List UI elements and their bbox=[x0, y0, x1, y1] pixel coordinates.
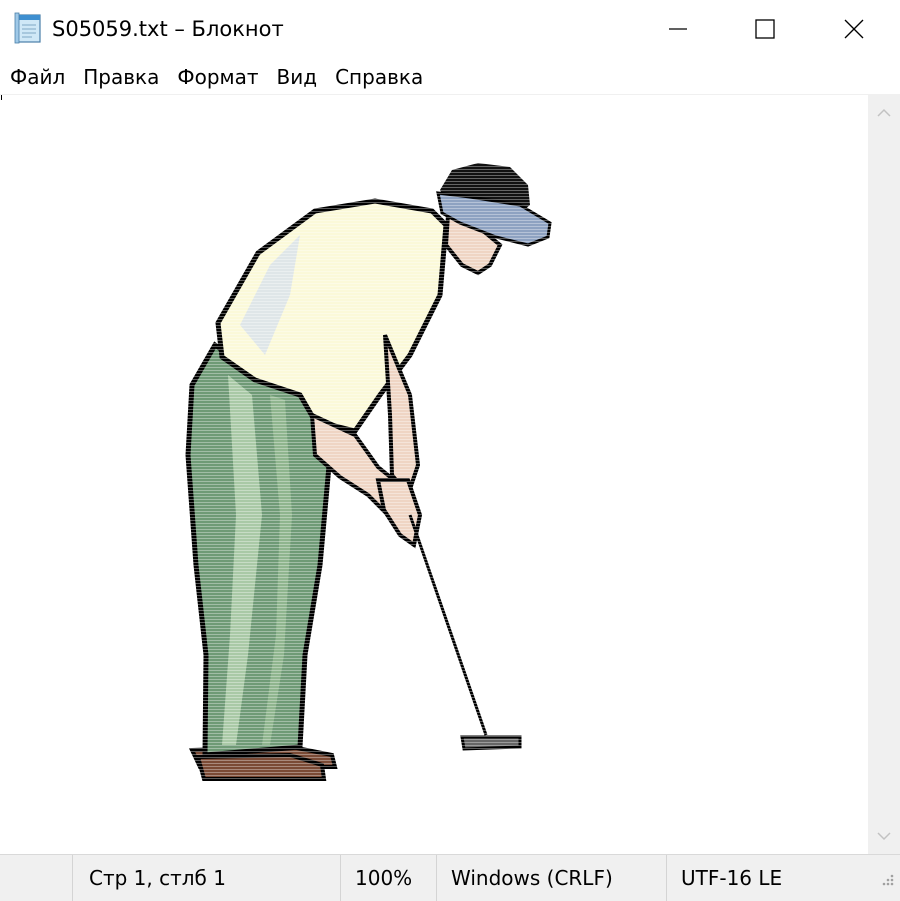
golfer-putting-ascii-art bbox=[180, 155, 560, 785]
menu-view[interactable]: Вид bbox=[268, 62, 327, 92]
minimize-icon bbox=[669, 28, 687, 30]
chevron-up-icon bbox=[877, 108, 891, 117]
status-line-endings: Windows (CRLF) bbox=[436, 855, 666, 901]
notepad-icon bbox=[14, 12, 41, 44]
close-button[interactable] bbox=[808, 0, 900, 58]
status-encoding: UTF-16 LE bbox=[666, 855, 868, 901]
scroll-down-button[interactable] bbox=[868, 818, 900, 854]
text-editor-area[interactable] bbox=[0, 95, 868, 854]
chevron-down-icon bbox=[877, 832, 891, 841]
menu-file[interactable]: Файл bbox=[0, 62, 74, 92]
status-zoom: 100% bbox=[340, 855, 436, 901]
window-title: S05059.txt – Блокнот bbox=[52, 17, 284, 41]
maximize-icon bbox=[755, 19, 775, 39]
menu-format[interactable]: Формат bbox=[168, 62, 267, 92]
scroll-up-button[interactable] bbox=[868, 95, 900, 131]
maximize-button[interactable] bbox=[719, 0, 811, 58]
minimize-button[interactable] bbox=[632, 0, 724, 58]
menu-help[interactable]: Справка bbox=[326, 62, 432, 92]
vertical-scrollbar[interactable] bbox=[868, 95, 900, 854]
status-bar: Стр 1, стлб 1 100% Windows (CRLF) UTF-16… bbox=[0, 854, 900, 901]
close-icon bbox=[844, 19, 864, 39]
resize-grip-icon[interactable] bbox=[876, 866, 896, 894]
status-cursor-position: Стр 1, стлб 1 bbox=[72, 855, 340, 901]
title-bar[interactable]: S05059.txt – Блокнот bbox=[0, 0, 900, 58]
menu-edit[interactable]: Правка bbox=[74, 62, 168, 92]
menu-bar: Файл Правка Формат Вид Справка bbox=[0, 60, 900, 95]
